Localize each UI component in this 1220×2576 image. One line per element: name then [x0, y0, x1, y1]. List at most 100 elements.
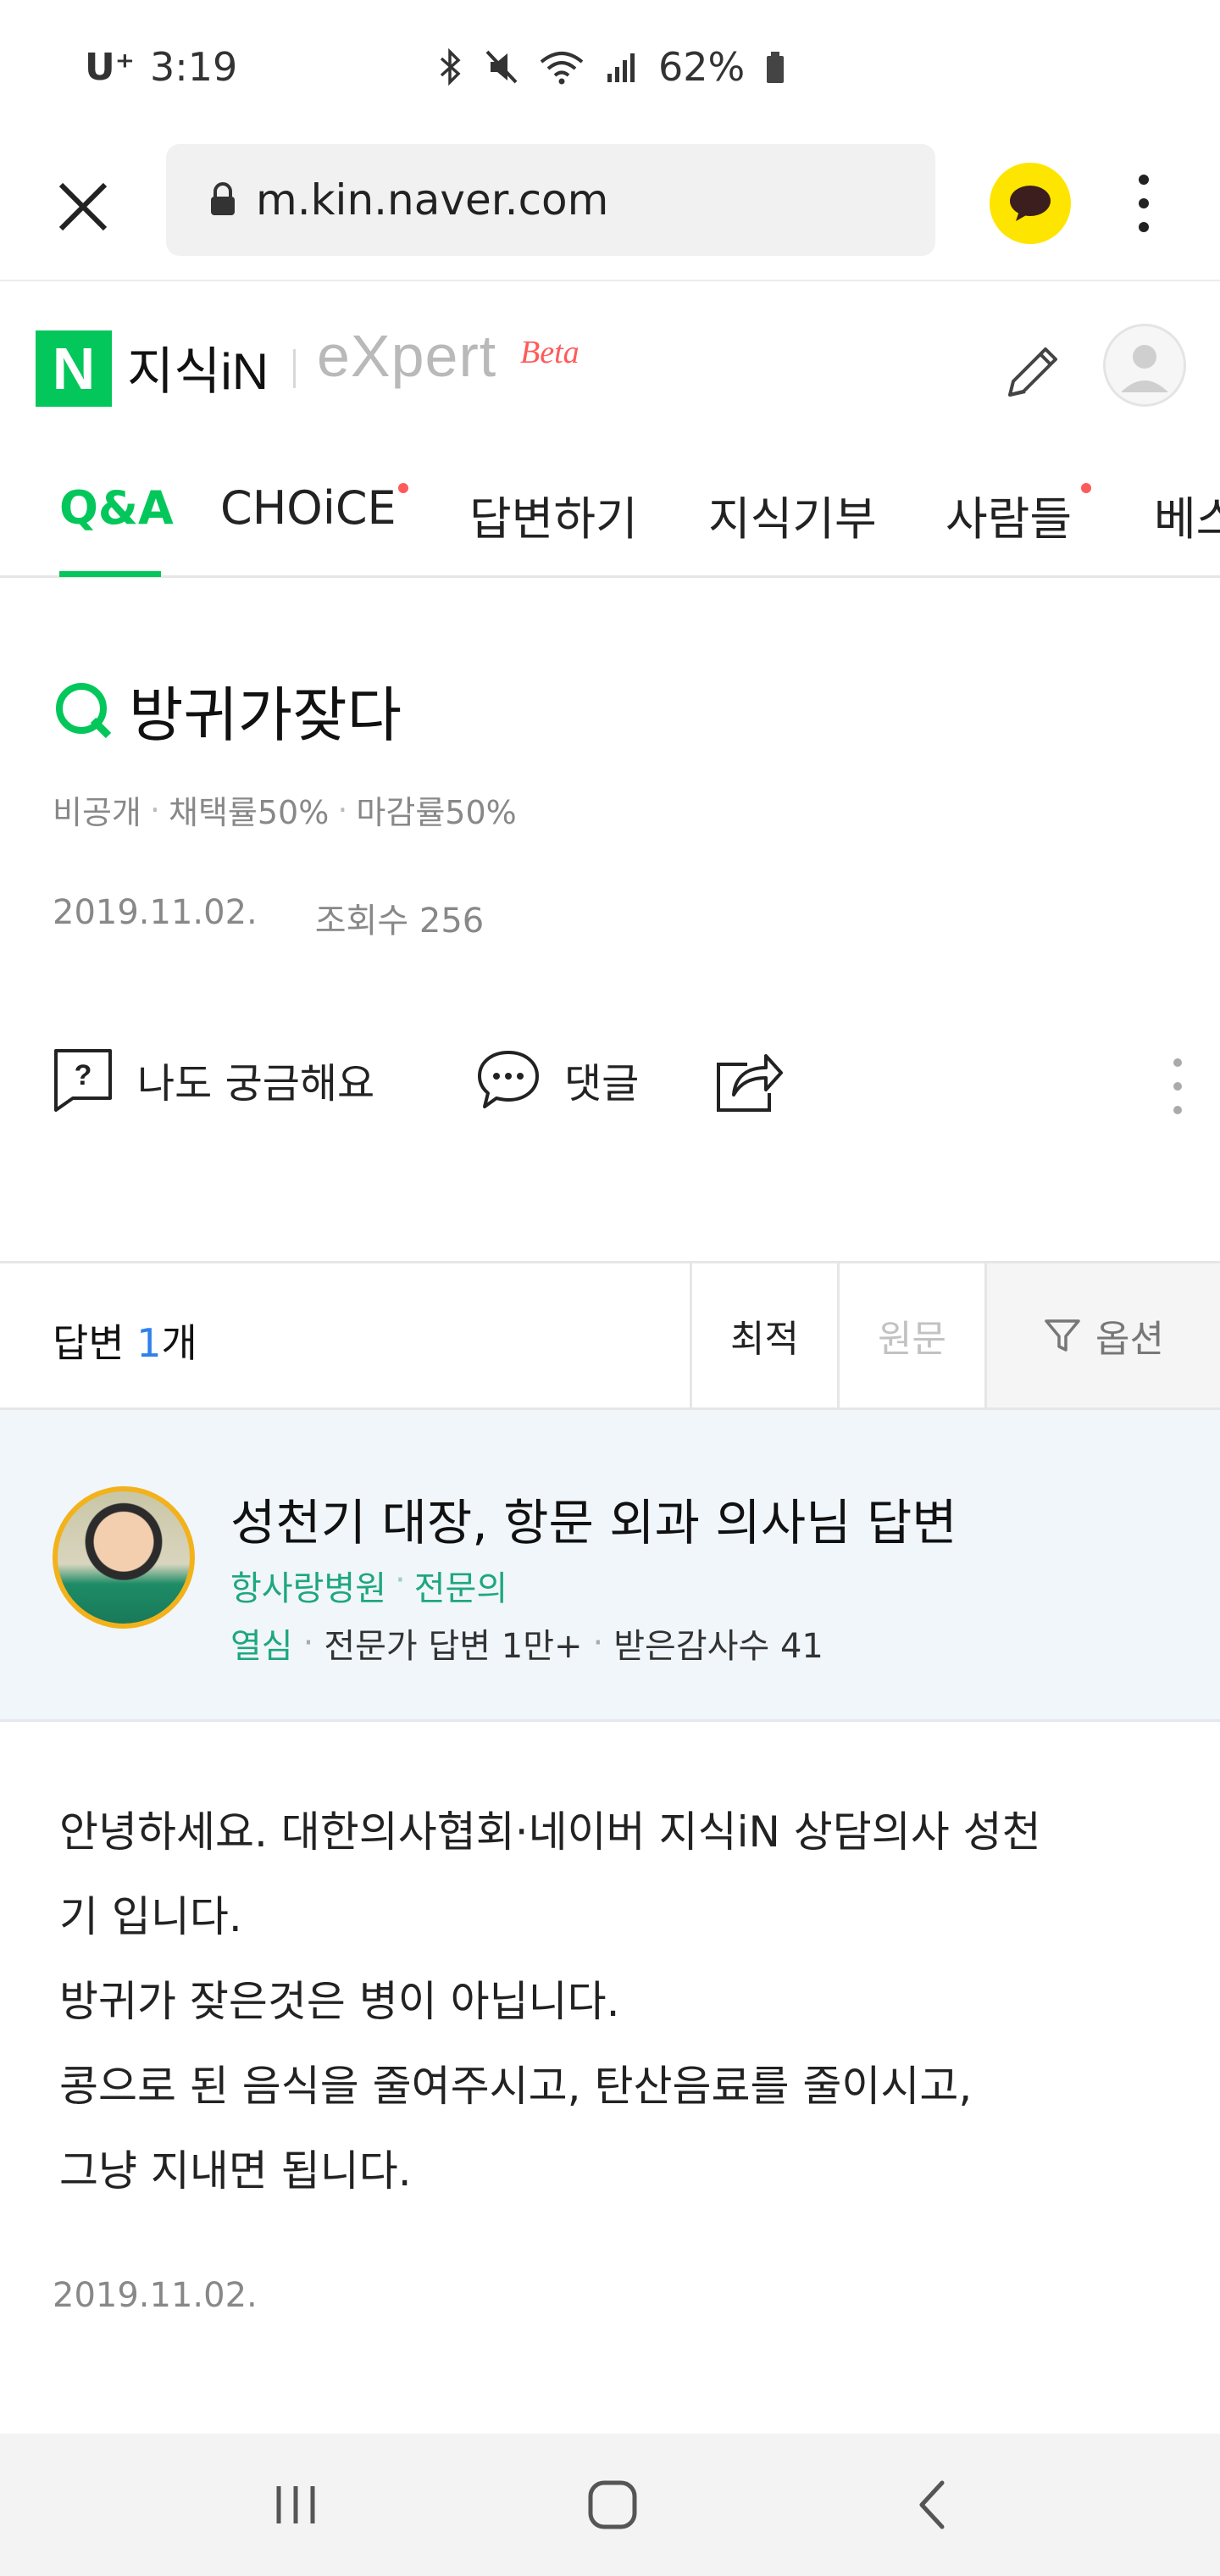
tab-choice[interactable]: CHOiCE [220, 481, 396, 535]
adopt-rate: 채택률50% [168, 794, 330, 831]
browser-more-button[interactable] [1127, 169, 1161, 237]
pencil-icon [1008, 347, 1057, 397]
sort-original-button[interactable]: 원문 [837, 1263, 984, 1407]
question-title-text: 방귀가잦다 [129, 680, 402, 750]
answerer-hospital[interactable]: 항사랑병원 [230, 1561, 386, 1610]
answerer-grade: 열심 [230, 1627, 293, 1666]
system-nav-bar [0, 2434, 1220, 2576]
more-vertical-icon [1173, 1058, 1182, 1114]
carrier-label: U⁺ [85, 45, 135, 89]
write-question-button[interactable] [1000, 337, 1068, 405]
clock: 3:19 [149, 44, 238, 90]
meta-separator: · [302, 1624, 314, 1663]
browser-toolbar: m.kin.naver.com [0, 136, 1220, 281]
answerer-answer-count: 전문가 답변 1만+ [324, 1627, 583, 1666]
answers-count: 답변 1개 [53, 1313, 197, 1368]
profile-button[interactable] [1103, 324, 1186, 407]
wifi-icon [538, 48, 585, 86]
kin-service-title[interactable]: 지식iN [127, 330, 269, 404]
answers-bar: 답변 1개 최적 원문 옵션 [0, 1261, 1220, 1410]
close-icon [58, 182, 108, 231]
mute-icon [484, 48, 519, 86]
answerer-name[interactable]: 성천기 대장, 항문 외과 의사님 답변 [230, 1483, 957, 1554]
filter-icon [1045, 1319, 1080, 1352]
question-date: 2019.11.02. [53, 893, 258, 932]
kakaotalk-button[interactable] [990, 163, 1071, 244]
answer-body: 안녕하세요. 대한의사협회·네이버 지식iN 상담의사 성천 기 입니다. 방귀… [59, 1790, 1161, 2213]
kakaotalk-icon [1010, 186, 1051, 221]
curious-button[interactable]: ? 나도 궁금해요 [53, 1047, 374, 1112]
meta-separator: · [149, 791, 160, 829]
options-button[interactable]: 옵션 [984, 1263, 1220, 1407]
question-box-icon: ? [54, 1049, 112, 1112]
active-tab-indicator [59, 571, 161, 577]
share-button[interactable] [713, 1047, 785, 1115]
tab-answer[interactable]: 답변하기 [469, 481, 638, 548]
recent-apps-button[interactable] [258, 2471, 334, 2539]
answers-count-number: 1 [136, 1320, 162, 1366]
status-bar: U⁺ 3:19 62% [0, 0, 1220, 136]
meta-separator: · [337, 791, 348, 829]
tab-donate[interactable]: 지식기부 [708, 481, 877, 548]
lock-icon [208, 180, 237, 220]
home-icon [588, 2480, 637, 2529]
tab-people[interactable]: 사람들 [946, 481, 1072, 548]
question-date-row: 2019.11.02. 조회수 256 [53, 893, 484, 942]
meta-separator: · [592, 1624, 604, 1663]
question-meta: 비공개 · 채택률50% · 마감률50% [53, 786, 517, 833]
battery-icon [763, 48, 787, 86]
new-dot-people [1081, 483, 1091, 493]
expert-logo[interactable]: eXpert [317, 322, 496, 390]
address-bar[interactable]: m.kin.naver.com [166, 144, 935, 256]
svg-text:?: ? [75, 1059, 92, 1091]
question-actions: ? 나도 궁금해요 댓글 [53, 1047, 1188, 1124]
url-text: m.kin.naver.com [256, 175, 609, 225]
answerer-role: 전문의 [413, 1569, 508, 1608]
question-more-button[interactable] [1167, 1052, 1188, 1120]
share-icon [717, 1054, 783, 1112]
more-vertical-icon [1139, 175, 1149, 232]
sort-best-button[interactable]: 최적 [690, 1263, 837, 1407]
naver-logo[interactable]: N [36, 330, 112, 407]
close-rate: 마감률50% [356, 794, 517, 831]
status-left: U⁺ 3:19 [85, 44, 237, 90]
tab-qna[interactable]: Q&A [59, 481, 174, 535]
answerer-stats: 열심 · 전문가 답변 1만+ · 받은감사수 41 [230, 1618, 824, 1668]
new-dot-choice [398, 483, 408, 493]
answer-date: 2019.11.02. [53, 2276, 258, 2315]
answers-count-suffix: 개 [161, 1320, 197, 1366]
close-button[interactable] [53, 176, 114, 237]
question-views: 조회수 256 [314, 902, 485, 941]
answer-line: 기 입니다. [59, 1892, 242, 1941]
home-button[interactable] [574, 2471, 651, 2539]
speech-bubble-icon [478, 1051, 539, 1108]
main-tabs: Q&A CHOiCE 답변하기 지식기부 사람들 베스 [0, 449, 1220, 578]
status-right: 62% [436, 44, 787, 90]
answerer-affiliation: 항사랑병원 · 전문의 [230, 1561, 507, 1610]
answerer-avatar[interactable] [53, 1486, 195, 1629]
answerer-card: 성천기 대장, 항문 외과 의사님 답변 항사랑병원 · 전문의 열심 · 전문… [0, 1410, 1220, 1722]
comment-button[interactable]: 댓글 [476, 1047, 639, 1112]
answerer-thanks-count: 받은감사수 41 [613, 1627, 824, 1666]
header-divider [293, 349, 296, 388]
question-author: 비공개 [53, 794, 141, 831]
tab-best[interactable]: 베스 [1154, 481, 1220, 548]
back-button[interactable] [895, 2471, 971, 2539]
back-icon [919, 2480, 945, 2529]
beta-badge: Beta [520, 335, 580, 370]
meta-separator: · [395, 1561, 406, 1600]
curious-label: 나도 궁금해요 [137, 1060, 375, 1108]
bluetooth-icon [436, 48, 465, 86]
answer-line: 방귀가 잦은것은 병이 아닙니다. [59, 1977, 620, 2026]
options-label: 옵션 [1095, 1318, 1164, 1361]
answer-line: 콩으로 된 음식을 줄여주시고, 탄산음료를 줄이시고, [59, 2062, 973, 2111]
user-icon [1121, 345, 1168, 392]
recent-apps-icon [276, 2486, 315, 2523]
kin-header: N 지식iN eXpert Beta [0, 283, 1220, 449]
battery-percent: 62% [658, 44, 746, 90]
answer-line: 그냥 지내면 됩니다. [59, 2146, 412, 2196]
answers-count-prefix: 답변 [53, 1320, 137, 1366]
question-title: 방귀가잦다 [53, 668, 402, 753]
question-q-icon [56, 682, 112, 738]
answer-line: 안녕하세요. 대한의사협회·네이버 지식iN 상담의사 성천 [59, 1807, 1041, 1857]
